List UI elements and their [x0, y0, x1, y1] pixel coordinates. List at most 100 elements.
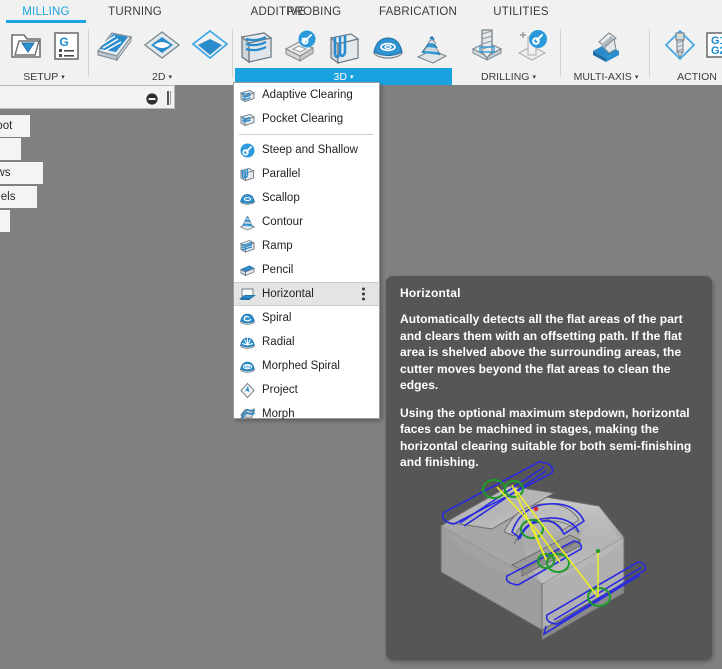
tab-turning-label: TURNING — [108, 5, 162, 18]
chevron-down-icon: ▾ — [634, 74, 639, 81]
setup-icon[interactable] — [6, 26, 46, 66]
browser-search-bar[interactable] — [0, 85, 175, 109]
tab-milling[interactable]: MILLING — [6, 0, 86, 23]
morph-icon — [239, 406, 256, 423]
tree-item-views[interactable]: Views — [0, 162, 43, 184]
ribbon-panel-row: G SETUP ▾ 2D ▾ 3D ▾ DRILLING ▾ MULTI-AXI… — [0, 23, 722, 85]
pocket-clearing-icon — [239, 111, 256, 128]
menu-item-horizontal[interactable]: Horizontal — [234, 282, 379, 306]
menu-item-label: Morph — [262, 408, 295, 420]
parallel-3d-icon[interactable] — [324, 25, 364, 67]
project-icon — [239, 382, 256, 399]
radial-icon — [239, 334, 256, 351]
tooltip-paragraph-1: Automatically detects all the flat areas… — [400, 312, 683, 392]
panel-actions-text: ACTION — [677, 70, 717, 83]
tree-item-extra[interactable] — [0, 210, 10, 232]
menu-item-radial[interactable]: Radial — [234, 330, 379, 354]
steep-and-shallow-icon — [239, 142, 256, 159]
menu-item-scallop[interactable]: Scallop — [234, 186, 379, 210]
menu-item-spiral[interactable]: Spiral — [234, 306, 379, 330]
menu-item-project[interactable]: Project — [234, 378, 379, 402]
menu-item-parallel[interactable]: Parallel — [234, 162, 379, 186]
spiral-icon — [239, 310, 256, 327]
panel-2d-label[interactable]: 2D ▾ — [92, 68, 232, 85]
panel-multi-axis-text: MULTI-AXIS — [573, 70, 632, 83]
text-cursor — [167, 91, 171, 105]
simulate-icon[interactable] — [660, 25, 700, 67]
menu-item-label: Contour — [262, 216, 303, 228]
chevron-down-icon: ▾ — [349, 74, 354, 81]
panel-divider — [649, 29, 650, 77]
menu-item-label: Scallop — [262, 192, 300, 204]
panel-drilling-label[interactable]: DRILLING ▾ — [456, 68, 561, 85]
menu-item-morphed-spiral[interactable]: Morphed Spiral — [234, 354, 379, 378]
tab-fabrication[interactable]: FABRICATION — [370, 0, 466, 23]
tooltip-panel: Horizontal Automatically detects all the… — [386, 276, 712, 660]
face-2d-icon[interactable] — [92, 25, 136, 67]
svg-text:G: G — [59, 35, 68, 49]
tab-turning[interactable]: TURNING — [96, 0, 174, 23]
panel-multi-axis-label[interactable]: MULTI-AXIS ▾ — [563, 68, 649, 85]
contour-2d-icon[interactable] — [188, 25, 232, 67]
horizontal-icon — [239, 286, 256, 303]
menu-item-pencil[interactable]: Pencil — [234, 258, 379, 282]
ribbon-tab-strip: MILLING TURNING ADDITIVE PROBING FABRICA… — [0, 0, 722, 23]
tab-probing[interactable]: PROBING — [275, 0, 353, 23]
collapse-icon[interactable] — [146, 92, 158, 105]
menu-item-steep-and-shallow[interactable]: Steep and Shallow — [234, 138, 379, 162]
scallop-icon — [239, 190, 256, 207]
menu-item-contour[interactable]: Contour — [234, 210, 379, 234]
menu-item-label: Project — [262, 384, 298, 396]
post-process-gcode-icon[interactable]: G1 G2 — [704, 25, 722, 67]
tab-probing-label: PROBING — [286, 5, 342, 18]
menu-item-label: Radial — [262, 336, 295, 348]
pocket-clearing-3d-icon[interactable] — [280, 25, 320, 67]
tree-item-units[interactable]: nm — [0, 138, 21, 160]
panel-setup-text: SETUP — [23, 70, 59, 83]
panel-drilling-icons — [456, 23, 561, 68]
adaptive-clearing-3d-icon[interactable] — [236, 25, 276, 67]
menu-item-label: Pencil — [262, 264, 294, 276]
menu-item-label: Parallel — [262, 168, 301, 180]
chevron-down-icon: ▾ — [168, 74, 172, 81]
drill-settings-icon[interactable] — [513, 25, 553, 67]
menu-item-pocket-clearing[interactable]: Pocket Clearing — [234, 107, 379, 131]
svg-text:G2: G2 — [711, 45, 722, 57]
parallel-icon — [239, 166, 256, 183]
panel-setup-label[interactable]: SETUP ▾ — [0, 68, 88, 85]
tree-item-models[interactable]: odels — [0, 186, 37, 208]
scallop-3d-icon[interactable] — [368, 25, 408, 67]
pocket-2d-icon[interactable] — [140, 25, 184, 67]
panel-2d-icons — [92, 23, 232, 68]
panel-2d-text: 2D — [152, 70, 166, 83]
menu-item-label: Ramp — [262, 240, 293, 252]
menu-item-label: Horizontal — [262, 288, 314, 300]
menu-item-adaptive-clearing[interactable]: Adaptive Clearing — [234, 83, 379, 107]
panel-3d: 3D ▾ — [235, 23, 452, 85]
panel-actions-label[interactable]: ACTION — [652, 68, 722, 85]
menu-item-ramp[interactable]: Ramp — [234, 234, 379, 258]
horizontal-toolpath-preview — [394, 440, 704, 652]
gcode-setup-icon[interactable]: G — [50, 26, 82, 66]
tree-item-label: Root — [0, 120, 13, 132]
menu-item-label: Steep and Shallow — [262, 144, 358, 156]
3d-toolpath-dropdown-menu: Adaptive Clearing Pocket Clearing Steep … — [233, 82, 380, 421]
overflow-menu-icon[interactable] — [362, 287, 365, 301]
panel-2d: 2D ▾ — [92, 23, 232, 85]
panel-actions: G1 G2 ACTION — [652, 23, 722, 85]
menu-item-label: Pocket Clearing — [262, 113, 344, 125]
tab-utilities[interactable]: UTILITIES — [482, 0, 560, 23]
panel-3d-text: 3D — [333, 70, 347, 83]
panel-multi-axis: MULTI-AXIS ▾ — [563, 23, 649, 85]
drill-icon[interactable] — [465, 25, 509, 67]
contour-3d-icon[interactable] — [412, 25, 452, 67]
menu-separator — [239, 134, 373, 135]
tooltip-title: Horizontal — [400, 286, 461, 300]
pencil-icon — [239, 262, 256, 279]
tab-utilities-label: UTILITIES — [493, 5, 549, 18]
panel-3d-icons — [235, 23, 452, 68]
tree-item-root[interactable]: Root — [0, 115, 30, 137]
tab-fabrication-label: FABRICATION — [378, 5, 458, 18]
menu-item-morph[interactable]: Morph — [234, 402, 379, 426]
multi-axis-icon[interactable] — [584, 25, 628, 67]
